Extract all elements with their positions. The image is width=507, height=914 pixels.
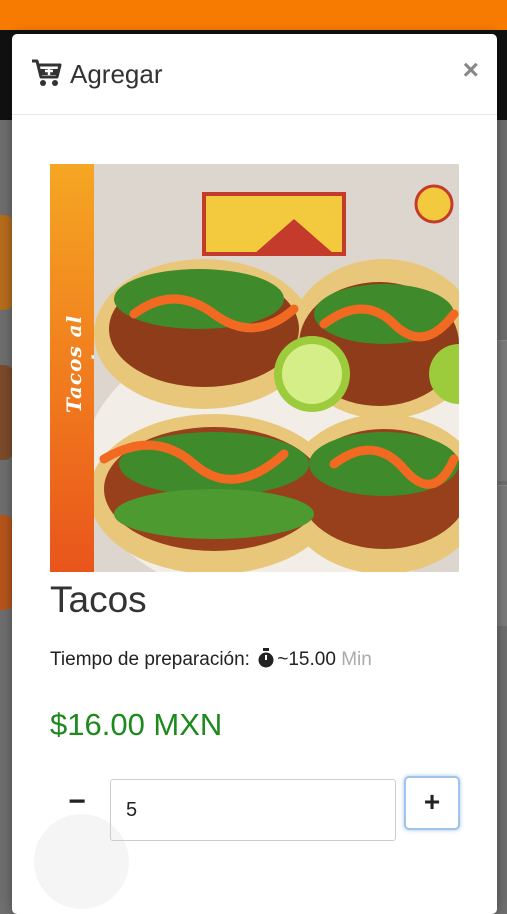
cart-plus-icon xyxy=(32,59,62,86)
close-button[interactable]: × xyxy=(463,56,479,84)
add-to-cart-modal: Agregar × Tacos al pastor xyxy=(12,34,497,914)
modal-header: Agregar × xyxy=(12,34,497,115)
quantity-input[interactable]: 5 xyxy=(110,779,396,841)
modal-title: Agregar xyxy=(70,59,163,89)
product-price: $16.00 MXN xyxy=(50,707,223,742)
decrement-button[interactable]: − xyxy=(62,787,92,819)
image-banner: Tacos al pastor xyxy=(50,164,110,572)
tacos-photo xyxy=(94,164,459,572)
prep-time-value: ~15.00 xyxy=(277,649,336,670)
prep-time: Tiempo de preparación: ~15.00 Min xyxy=(50,648,372,671)
banner-text: Tacos al pastor xyxy=(62,314,110,414)
prep-label: Tiempo de preparación: xyxy=(50,649,250,670)
stopwatch-icon xyxy=(258,648,274,668)
prep-time-unit: Min xyxy=(341,649,372,670)
product-image: Tacos al pastor xyxy=(50,164,459,572)
product-name: Tacos xyxy=(50,579,147,620)
increment-button[interactable]: + xyxy=(404,776,460,830)
app-top-bar xyxy=(0,0,507,30)
